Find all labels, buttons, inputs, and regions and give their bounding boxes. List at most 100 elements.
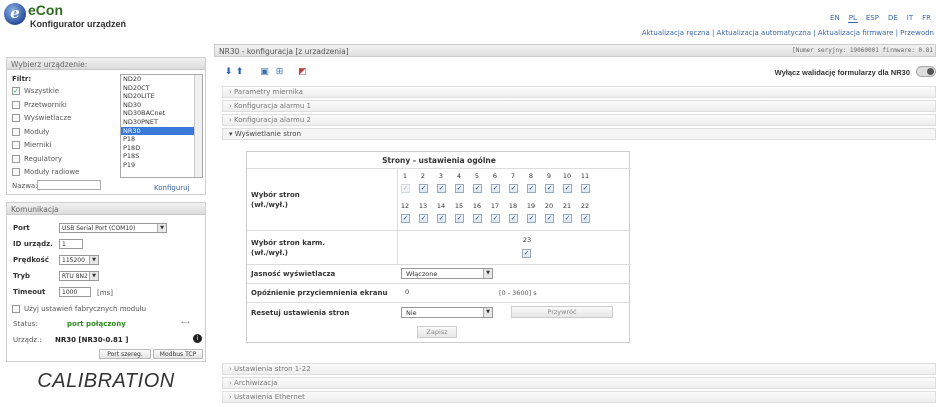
page-checkbox-11[interactable]: ✓: [581, 184, 590, 193]
page-checkbox-21[interactable]: ✓: [563, 214, 572, 223]
device-list-scrollbar[interactable]: [194, 75, 202, 177]
page-checkbox-16[interactable]: ✓: [473, 214, 482, 223]
lang-en[interactable]: EN: [829, 14, 841, 23]
list-item[interactable]: ND30BACnet: [121, 109, 202, 118]
section-alarm-2[interactable]: › Konfiguracja alarmu 2: [222, 114, 936, 126]
section-meter-params[interactable]: › Parametry miernika: [222, 86, 936, 98]
lang-fr[interactable]: FR: [921, 14, 932, 23]
validation-toggle[interactable]: [916, 66, 936, 77]
port-select[interactable]: USB Serial Port (COM10) ▼: [59, 223, 167, 233]
lang-pl[interactable]: PL: [847, 14, 858, 23]
dim-delay-input[interactable]: 0: [401, 287, 493, 298]
name-input[interactable]: [37, 180, 101, 190]
page-checkbox-19[interactable]: ✓: [527, 214, 536, 223]
brightness-select[interactable]: Włączone ▼: [401, 268, 493, 279]
page-checkbox-17[interactable]: ✓: [491, 214, 500, 223]
page-select-label: Wybór stron (wł./wył.): [251, 191, 300, 209]
page-checkbox-18[interactable]: ✓: [509, 214, 518, 223]
list-item[interactable]: P19: [121, 161, 202, 170]
page-checkbox-22[interactable]: ✓: [581, 214, 590, 223]
checkbox-icon[interactable]: [12, 101, 20, 109]
list-item[interactable]: P18: [121, 135, 202, 144]
copy-icon[interactable]: ▣: [258, 66, 271, 78]
mode-select[interactable]: RTU 8N2 ▼: [59, 271, 99, 281]
page-number: 8: [528, 172, 534, 180]
update-links[interactable]: Aktualizacja ręczna | Aktualizacja autom…: [642, 29, 934, 37]
filter-regulators[interactable]: Regulatory: [12, 155, 62, 163]
list-item[interactable]: ND20: [121, 75, 202, 84]
timeout-input[interactable]: 1000: [59, 287, 91, 297]
list-item-selected[interactable]: NR30: [121, 126, 202, 136]
page-checkbox-6[interactable]: ✓: [491, 184, 500, 193]
page-checkbox-1[interactable]: ✓: [401, 184, 410, 193]
list-item[interactable]: ND20LITE: [121, 92, 202, 101]
reset-label: Resetuj ustawienia stron: [251, 309, 350, 317]
language-bar: EN PL ESP DE IT FR: [829, 14, 932, 23]
speed-select[interactable]: 115200 ▼: [59, 255, 99, 265]
filter-displays[interactable]: Wyświetlacze: [12, 114, 71, 122]
checkbox-icon[interactable]: [12, 141, 20, 149]
device-panel: Wybierz urządzenie: Filtr: ✓ Wszystkie Pr…: [6, 57, 206, 195]
dropdown-arrow-icon[interactable]: ▼: [483, 308, 492, 317]
list-item[interactable]: P18S: [121, 152, 202, 161]
page-checkbox-5[interactable]: ✓: [473, 184, 482, 193]
dropdown-arrow-icon[interactable]: ▼: [89, 256, 98, 264]
reset-select[interactable]: Nie ▼: [401, 307, 493, 318]
list-item[interactable]: P18D: [121, 144, 202, 153]
checkbox-icon[interactable]: [12, 155, 20, 163]
page-checkbox-14[interactable]: ✓: [437, 214, 446, 223]
filter-all[interactable]: ✓ Wszystkie: [12, 87, 59, 95]
configure-link[interactable]: Konfiguruj: [154, 184, 190, 192]
section-ethernet[interactable]: › Ustawienia Ethernet: [222, 391, 936, 403]
page-checkbox-13[interactable]: ✓: [419, 214, 428, 223]
page-checkbox-4[interactable]: ✓: [455, 184, 464, 193]
import-icon[interactable]: ◩: [296, 66, 309, 78]
calibration-label: CALIBRATION: [37, 370, 175, 392]
name-label: Nazwa:: [12, 182, 38, 190]
page-checkbox-7[interactable]: ✓: [509, 184, 518, 193]
restore-button[interactable]: Przywróć: [511, 306, 613, 318]
section-pages-1-22[interactable]: › Ustawienia stron 1-22: [222, 363, 936, 375]
page-checkbox-8[interactable]: ✓: [527, 184, 536, 193]
id-input[interactable]: 1: [59, 239, 83, 249]
save-button[interactable]: Zapisz: [417, 326, 457, 338]
checkbox-icon[interactable]: [12, 305, 20, 313]
page-number: 12: [400, 202, 410, 210]
device-list[interactable]: ND20 ND20CT ND20LITE ND30 ND30BACnet ND3…: [120, 74, 203, 178]
info-icon[interactable]: i: [193, 334, 202, 343]
filter-radio-modules[interactable]: Moduły radiowe: [12, 168, 79, 176]
page-checkbox-23[interactable]: ✓: [522, 249, 531, 258]
serial-port-button[interactable]: Port szereg.: [99, 349, 151, 359]
modbus-tcp-button[interactable]: Modbus TCP: [153, 349, 203, 359]
page-checkbox-3[interactable]: ✓: [437, 184, 446, 193]
page-number: 7: [510, 172, 516, 180]
checkbox-icon[interactable]: [12, 128, 20, 136]
checkbox-icon[interactable]: [12, 114, 20, 122]
export-icon[interactable]: ⊞: [273, 66, 286, 78]
page-checkbox-20[interactable]: ✓: [545, 214, 554, 223]
page-checkbox-12[interactable]: ✓: [401, 214, 410, 223]
dropdown-arrow-icon[interactable]: ▼: [89, 272, 98, 280]
list-item[interactable]: ND20CT: [121, 84, 202, 93]
filter-transducers[interactable]: Przetworniki: [12, 101, 67, 109]
lang-it[interactable]: IT: [906, 14, 914, 23]
page-checkbox-10[interactable]: ✓: [563, 184, 572, 193]
arrow-up-icon[interactable]: ⬆: [233, 66, 246, 78]
page-checkbox-15[interactable]: ✓: [455, 214, 464, 223]
dropdown-arrow-icon[interactable]: ▼: [157, 224, 166, 232]
page-checkbox-2[interactable]: ✓: [419, 184, 428, 193]
lang-de[interactable]: DE: [887, 14, 899, 23]
filter-meters[interactable]: Mierniki: [12, 141, 51, 149]
checkbox-icon[interactable]: [12, 168, 20, 176]
list-item[interactable]: ND30PNET: [121, 118, 202, 127]
section-archiving[interactable]: › Archiwizacja: [222, 377, 936, 389]
factory-settings-option[interactable]: Użyj ustawień fabrycznych modułu: [12, 305, 146, 313]
page-checkbox-9[interactable]: ✓: [545, 184, 554, 193]
dropdown-arrow-icon[interactable]: ▼: [483, 269, 492, 278]
section-display-pages[interactable]: ▾ Wyświetlanie stron: [222, 128, 936, 140]
list-item[interactable]: ND30: [121, 101, 202, 110]
lang-esp[interactable]: ESP: [865, 14, 880, 23]
filter-modules[interactable]: Moduły: [12, 128, 49, 136]
checkbox-checked-icon[interactable]: ✓: [12, 87, 20, 95]
section-alarm-1[interactable]: › Konfiguracja alarmu 1: [222, 100, 936, 112]
